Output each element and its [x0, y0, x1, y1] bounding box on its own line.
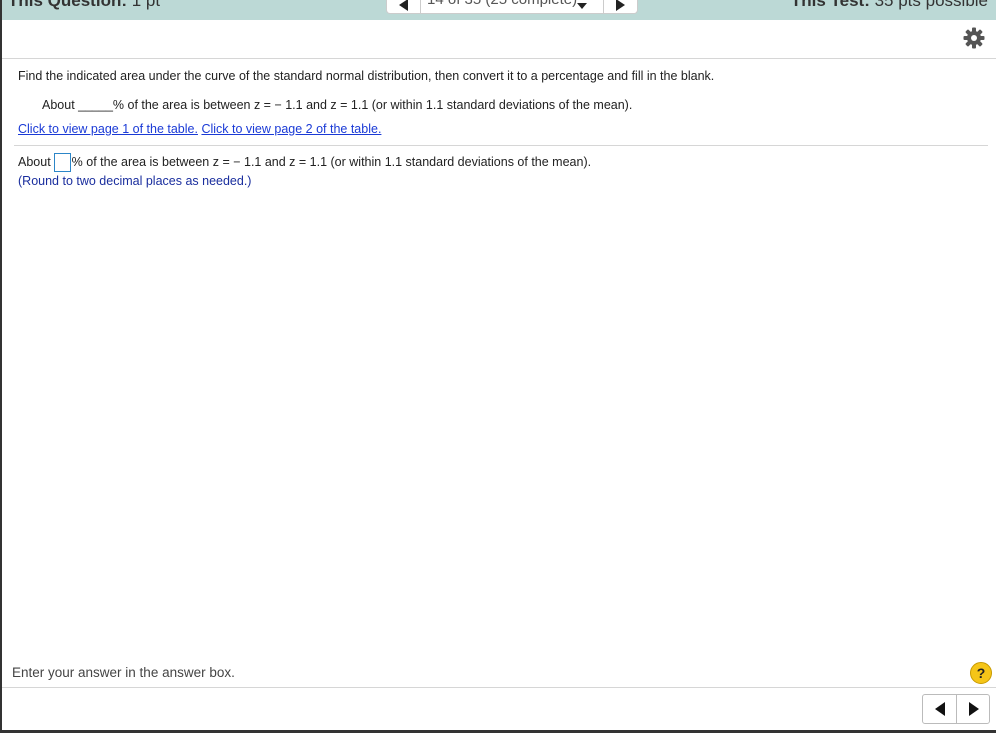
view-table-page-2-link[interactable]: Click to view page 2 of the table.	[201, 122, 381, 136]
question-progress[interactable]: 14 of 35 (25 complete)	[427, 0, 577, 8]
divider	[2, 58, 996, 59]
header-bar: This Question: 1 pt 14 of 35 (25 complet…	[2, 0, 996, 20]
answer-line: About % of the area is between z = − 1.1…	[18, 152, 591, 172]
divider	[2, 687, 996, 688]
triangle-left-icon	[399, 0, 408, 11]
previous-question-button[interactable]	[387, 0, 421, 14]
settings-button[interactable]	[962, 26, 986, 50]
table-links: Click to view page 1 of the table. Click…	[18, 122, 381, 136]
triangle-right-icon	[968, 702, 979, 716]
question-navigator: 14 of 35 (25 complete)	[386, 0, 638, 14]
footer-navigator	[922, 694, 990, 724]
gear-icon	[963, 27, 985, 49]
triangle-right-icon	[616, 0, 625, 11]
question-statement: About _____% of the area is between z = …	[42, 98, 633, 112]
test-points-label: This Test: 35 pts possible	[790, 0, 988, 10]
answer-suffix: % of the area is between z = − 1.1 and z…	[71, 155, 592, 169]
caret-down-icon[interactable]	[577, 3, 587, 9]
answer-prefix: About	[18, 155, 51, 169]
footer-message: Enter your answer in the answer box.	[12, 665, 235, 680]
next-question-button[interactable]	[603, 0, 637, 14]
rounding-hint: (Round to two decimal places as needed.)	[18, 174, 252, 188]
view-table-page-1-link[interactable]: Click to view page 1 of the table.	[18, 122, 198, 136]
question-instruction: Find the indicated area under the curve …	[18, 69, 715, 83]
footer-next-button[interactable]	[957, 695, 990, 723]
footer-previous-button[interactable]	[923, 695, 957, 723]
triangle-left-icon	[934, 702, 945, 716]
question-mark-icon[interactable]: ?	[970, 662, 992, 684]
question-points-label: This Question: 1 pt	[8, 0, 161, 10]
answer-input[interactable]	[53, 152, 71, 172]
divider	[14, 145, 988, 146]
